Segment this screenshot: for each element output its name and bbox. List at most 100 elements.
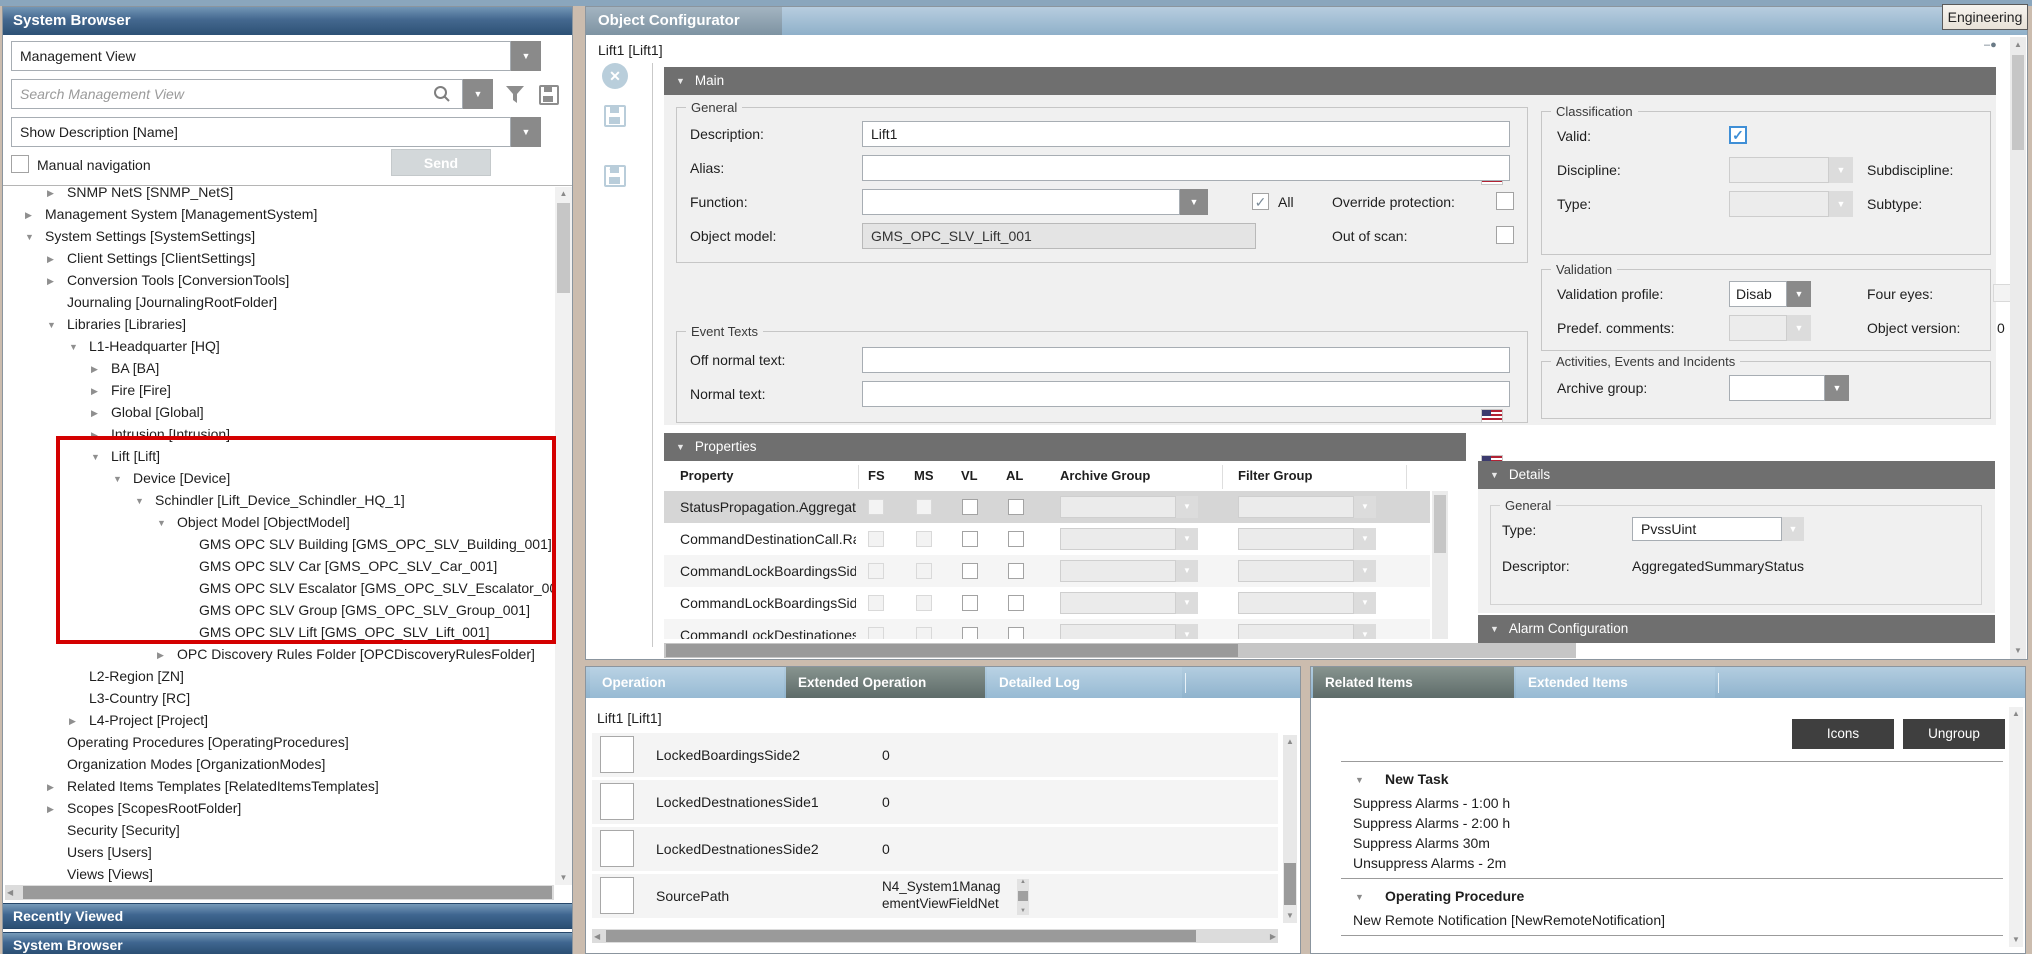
column-header-vl[interactable]: VL — [961, 461, 978, 491]
operation-row-lockedboardingsside2[interactable]: LockedBoardingsSide20 — [592, 733, 1278, 777]
archive-group-combo[interactable] — [1060, 592, 1176, 614]
tree-item-l1-headquarter[interactable]: ▼L1-Headquarter [HQ] — [3, 335, 553, 357]
property-row[interactable]: CommandLockDestinationes▼▼ — [664, 619, 1430, 639]
tree-item-system-settings[interactable]: ▼System Settings [SystemSettings] — [3, 225, 553, 247]
related-items-vertical-scrollbar[interactable]: ▲ ▼ — [2009, 707, 2023, 947]
value-box[interactable] — [600, 877, 634, 914]
description-field[interactable]: Lift1 — [862, 121, 1510, 147]
filter-group-combo[interactable] — [1238, 624, 1354, 639]
chevron-right-icon[interactable]: ▶ — [47, 776, 67, 798]
tree-item-global[interactable]: ▶Global [Global] — [3, 401, 553, 423]
section-details-header[interactable]: ▼Details — [1478, 461, 1995, 489]
vl-checkbox[interactable] — [962, 499, 978, 515]
tree-item-gms-opc-slv-building[interactable]: GMS OPC SLV Building [GMS_OPC_SLV_Buildi… — [3, 533, 553, 555]
vl-checkbox[interactable] — [962, 595, 978, 611]
scroll-up-icon[interactable]: ▲ — [555, 189, 572, 199]
value-mini-scrollbar[interactable]: ▲▼ — [1017, 879, 1029, 915]
al-checkbox[interactable] — [1008, 531, 1024, 547]
tree-horizontal-scrollbar[interactable]: ◀ — [5, 885, 554, 900]
ungroup-button[interactable]: Ungroup — [1903, 719, 2005, 749]
chevron-right-icon[interactable]: ▶ — [47, 187, 67, 204]
property-row[interactable]: CommandDestinationCall.Ra▼▼ — [664, 523, 1430, 555]
tree-item-operating-procedures[interactable]: Operating Procedures [OperatingProcedure… — [3, 731, 553, 753]
filter-group-dropdown-icon[interactable]: ▼ — [1354, 624, 1376, 639]
recently-viewed-bar[interactable]: Recently Viewed — [3, 903, 572, 929]
related-item-suppress-alarms-1-00-h[interactable]: Suppress Alarms - 1:00 h — [1341, 793, 2003, 813]
archive-group-combo[interactable] — [1060, 528, 1176, 550]
tree-item-l3-country[interactable]: L3-Country [RC] — [3, 687, 553, 709]
tree-item-organization-modes[interactable]: Organization Modes [OrganizationModes] — [3, 753, 553, 775]
tree-item-schindler[interactable]: ▼Schindler [Lift_Device_Schindler_HQ_1] — [3, 489, 553, 511]
vl-checkbox[interactable] — [962, 563, 978, 579]
view-selector[interactable]: Management View — [11, 41, 511, 71]
scrollbar-thumb[interactable] — [557, 203, 570, 293]
filter-group-dropdown-icon[interactable]: ▼ — [1354, 496, 1376, 518]
chevron-down-icon[interactable]: ▼ — [69, 336, 89, 358]
scroll-up-icon[interactable]: ▲ — [1283, 737, 1297, 747]
view-selector-dropdown-icon[interactable]: ▼ — [511, 41, 541, 71]
filter-group-combo[interactable] — [1238, 496, 1354, 518]
engineering-button[interactable]: Engineering — [1942, 4, 2028, 30]
scroll-left-icon[interactable]: ◀ — [7, 888, 13, 898]
scrollbar-thumb[interactable] — [1284, 863, 1296, 905]
operation-vertical-scrollbar[interactable]: ▲ ▼ — [1283, 735, 1297, 923]
chevron-right-icon[interactable]: ▶ — [91, 380, 111, 402]
scroll-right-icon[interactable]: ▶ — [1270, 932, 1276, 942]
section-alarm-configuration-header[interactable]: ▼Alarm Configuration — [1478, 615, 1995, 643]
archive-group-combo[interactable] — [1060, 560, 1176, 582]
display-mode-dropdown-icon[interactable]: ▼ — [511, 117, 541, 147]
function-field[interactable] — [862, 189, 1180, 215]
section-main-header[interactable]: ▼Main — [664, 67, 1996, 95]
property-row[interactable]: CommandLockBoardingsSid▼▼ — [664, 555, 1430, 587]
tree-vertical-scrollbar[interactable]: ▲ ▼ — [555, 187, 572, 885]
display-mode-selector[interactable]: Show Description [Name] — [11, 117, 511, 147]
filter-group-combo[interactable] — [1238, 560, 1354, 582]
icons-button[interactable]: Icons — [1792, 719, 1894, 749]
manual-navigation-checkbox[interactable] — [11, 155, 29, 173]
override-protection-checkbox[interactable] — [1496, 192, 1514, 210]
column-header-ms[interactable]: MS — [914, 461, 934, 491]
tree-item-journaling[interactable]: Journaling [JournalingRootFolder] — [3, 291, 553, 313]
operation-row-lockeddestnationesside1[interactable]: LockedDestnationesSide10 — [592, 780, 1278, 824]
valid-checkbox[interactable]: ✓ — [1729, 126, 1747, 144]
scroll-left-icon[interactable]: ◀ — [594, 932, 600, 942]
chevron-down-icon[interactable]: ▼ — [91, 446, 111, 468]
archive-group-combo[interactable] — [1060, 624, 1176, 639]
vl-checkbox[interactable] — [962, 627, 978, 639]
alias-field[interactable] — [862, 155, 1510, 181]
chevron-down-icon[interactable]: ▼ — [1341, 770, 1385, 790]
tree-item-lift[interactable]: ▼Lift [Lift] — [3, 445, 553, 467]
validation-profile-dropdown-icon[interactable]: ▼ — [1787, 281, 1811, 307]
validation-profile-combo[interactable]: Disab — [1729, 281, 1787, 307]
scroll-down-icon[interactable]: ▼ — [555, 873, 572, 883]
scroll-up-icon[interactable]: ▲ — [2010, 40, 2026, 50]
tree-item-conversion-tools[interactable]: ▶Conversion Tools [ConversionTools] — [3, 269, 553, 291]
configurator-vertical-scrollbar[interactable]: ▲ ▼ — [2010, 37, 2026, 659]
al-checkbox[interactable] — [1008, 627, 1024, 639]
scrollbar-thumb[interactable] — [23, 886, 552, 899]
normal-text-field[interactable] — [862, 381, 1510, 407]
value-box[interactable] — [600, 830, 634, 867]
operation-row-lockeddestnationesside2[interactable]: LockedDestnationesSide20 — [592, 827, 1278, 871]
filter-group-combo[interactable] — [1238, 592, 1354, 614]
al-checkbox[interactable] — [1008, 499, 1024, 515]
chevron-right-icon[interactable]: ▶ — [91, 424, 111, 446]
off-normal-text-field[interactable] — [862, 347, 1510, 373]
operation-horizontal-scrollbar[interactable]: ◀ ▶ — [592, 929, 1278, 943]
related-item-suppress-alarms-30m[interactable]: Suppress Alarms 30m — [1341, 833, 2003, 853]
chevron-down-icon[interactable]: ▼ — [135, 490, 155, 512]
chevron-down-icon[interactable]: ▼ — [1341, 887, 1385, 907]
tab-detailed-log[interactable]: Detailed Log — [987, 667, 1182, 698]
filter-group-dropdown-icon[interactable]: ▼ — [1354, 592, 1376, 614]
related-item-suppress-alarms-2-00-h[interactable]: Suppress Alarms - 2:00 h — [1341, 813, 2003, 833]
tree-item-l2-region[interactable]: L2-Region [ZN] — [3, 665, 553, 687]
all-checkbox[interactable]: ✓ — [1252, 193, 1269, 210]
scroll-down-icon[interactable]: ▼ — [2009, 935, 2023, 945]
archive-group-dropdown-icon[interactable]: ▼ — [1176, 496, 1198, 518]
scrollbar-thumb[interactable] — [606, 930, 1196, 942]
related-item-new-remote-notification-newremotenotification[interactable]: New Remote Notification [NewRemoteNotifi… — [1341, 910, 2003, 930]
tree-item-device[interactable]: ▼Device [Device] — [3, 467, 553, 489]
tree-item-ba[interactable]: ▶BA [BA] — [3, 357, 553, 379]
out-of-scan-checkbox[interactable] — [1496, 226, 1514, 244]
tree-item-scopes[interactable]: ▶Scopes [ScopesRootFolder] — [3, 797, 553, 819]
